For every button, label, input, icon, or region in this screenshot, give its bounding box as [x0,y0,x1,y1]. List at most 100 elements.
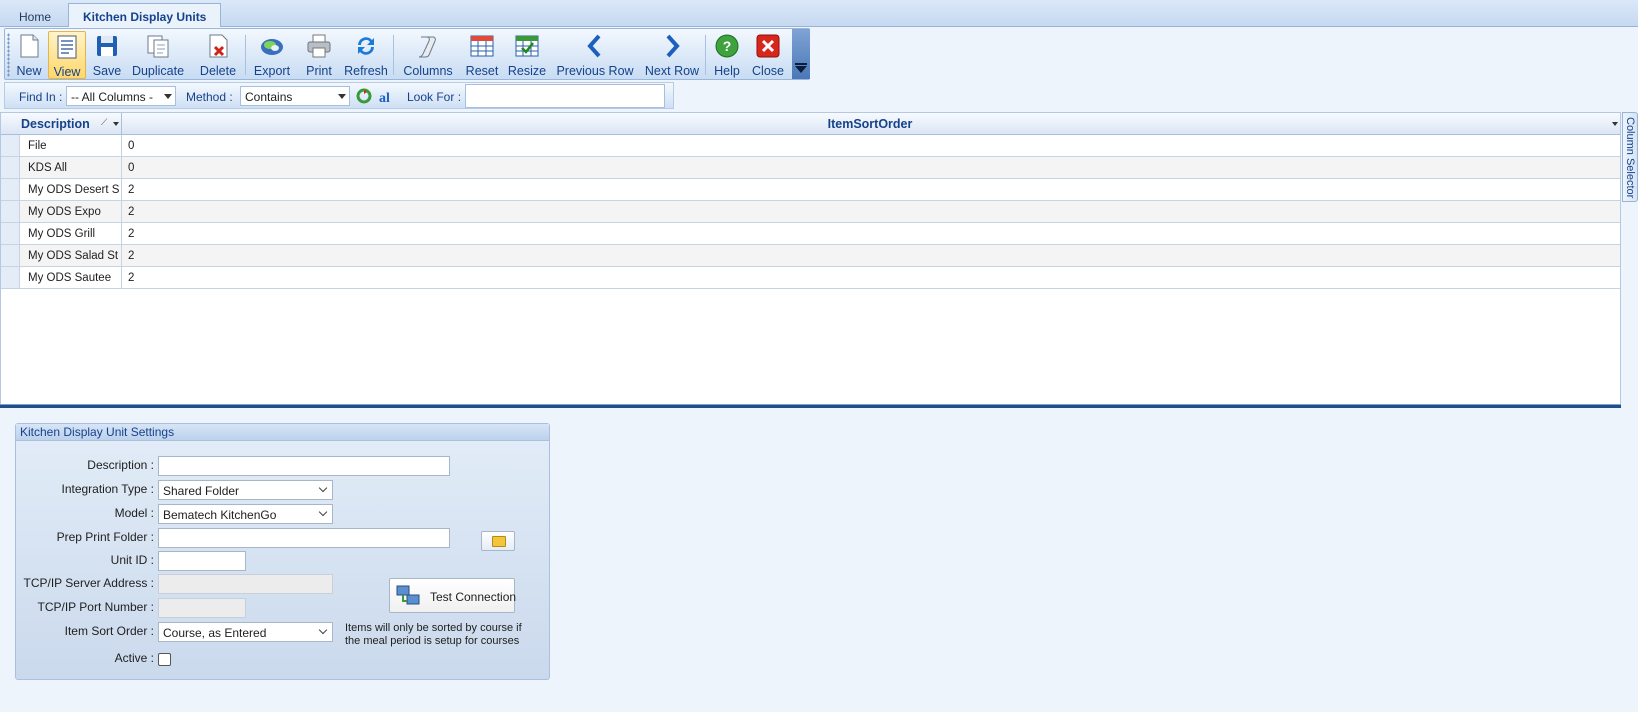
overflow-arrow-icon [795,63,807,73]
description-field[interactable] [158,456,450,476]
duplicate-button[interactable]: Duplicate [128,31,188,79]
find-in-select[interactable]: -- All Columns - [66,86,176,106]
active-checkbox[interactable] [158,653,171,666]
test-connection-label: Test Connection [430,590,517,604]
chevron-down-icon [318,507,328,517]
column-selector-label: Column Selector [1624,117,1636,199]
tcp-server-address-field [158,574,333,594]
unit-id-field[interactable] [158,551,246,571]
dropdown-arrow-icon [164,94,172,99]
table-row[interactable]: KDS All 0 [1,157,1620,179]
cell-divider [121,135,122,156]
table-row[interactable]: My ODS Sautee 2 [1,267,1620,289]
table-row[interactable]: My ODS Grill 2 [1,223,1620,245]
toolbar-overflow-button[interactable] [792,29,810,79]
row-selector[interactable] [1,245,20,266]
cell-divider [121,157,122,178]
row-selector[interactable] [1,223,20,244]
tab-kitchen-display-units[interactable]: Kitchen Display Units [68,3,222,27]
next-row-button[interactable]: Next Row [643,31,701,79]
cell-description: My ODS Grill [28,228,96,240]
chevron-down-icon [318,625,328,635]
refresh-button[interactable]: Refresh [343,31,389,79]
model-select[interactable]: Bematech KitchenGo [158,504,333,524]
save-button[interactable]: Save [90,31,124,79]
splitter[interactable] [0,404,1621,408]
sort-order-note: Items will only be sorted by course if t… [345,622,522,647]
column-filter-icon[interactable] [1612,122,1618,126]
help-button[interactable]: ? Help [710,31,744,79]
chevron-down-icon [318,483,328,493]
find-in-label: Find In : [19,90,63,104]
new-document-icon [20,34,39,58]
row-selector[interactable] [1,135,20,156]
row-selector[interactable] [1,201,20,222]
print-button[interactable]: Print [302,31,336,79]
cell-itemsortorder: 2 [128,206,135,218]
tcp-port-number-label: TCP/IP Port Number : [37,600,154,614]
tab-home[interactable]: Home [4,3,66,27]
prep-print-folder-label: Prep Print Folder : [56,530,154,544]
method-label: Method : [186,90,233,104]
item-sort-order-label: Item Sort Order : [64,624,154,638]
column-filter-icon[interactable] [113,122,119,126]
cell-itemsortorder: 2 [128,228,135,240]
look-for-input[interactable] [465,84,665,108]
delete-button[interactable]: Delete [198,31,238,79]
dropdown-arrow-icon [338,94,346,99]
table-row[interactable]: File 0 [1,135,1620,157]
duplicate-icon [147,35,169,58]
row-selector[interactable] [1,267,20,288]
table-row[interactable]: My ODS Salad St 2 [1,245,1620,267]
grid-header: Description ⟋ ItemSortOrder [1,113,1620,135]
settings-panel: Kitchen Display Unit Settings Descriptio… [15,423,550,680]
export-button[interactable]: Export [252,31,292,79]
table-row[interactable]: My ODS Expo 2 [1,201,1620,223]
refresh-icon [358,37,374,55]
reset-button[interactable]: Reset [463,31,501,79]
model-label: Model : [114,506,154,520]
previous-row-button[interactable]: Previous Row [555,31,635,79]
tab-bar: Home Kitchen Display Units [0,0,1638,27]
columns-scroll-icon [418,36,436,58]
grid-resize-icon [515,35,539,57]
browse-folder-button[interactable] [481,531,515,551]
unit-id-label: Unit ID : [110,553,154,567]
view-button[interactable]: View [48,31,86,79]
cell-description: My ODS Salad St [28,250,119,262]
match-case-icon[interactable]: al [378,87,396,105]
table-row[interactable]: My ODS Desert S 2 [1,179,1620,201]
sort-indicator-icon: ⟋ [101,117,108,127]
column-selector-tab[interactable]: Column Selector [1622,112,1638,202]
method-select[interactable]: Contains [240,86,350,106]
method-value: Contains [245,90,293,104]
cell-description: My ODS Desert S [28,184,120,196]
close-button[interactable]: Close [749,31,787,79]
find-refresh-icon[interactable] [355,87,373,105]
svg-text:?: ? [723,38,732,54]
integration-type-label: Integration Type : [61,482,154,496]
cell-description: My ODS Expo [28,206,101,218]
item-sort-order-value: Course, as Entered [163,626,267,640]
look-for-label: Look For : [407,90,462,104]
columns-button[interactable]: Columns [401,31,455,79]
cell-divider [121,245,122,266]
chevron-left-icon [587,34,601,58]
find-in-value: -- All Columns - [71,90,154,104]
row-selector[interactable] [1,179,20,200]
integration-type-select[interactable]: Shared Folder [158,480,333,500]
toolbar: New View Save Duplicate Delete Export Pr… [4,28,810,80]
new-button[interactable]: New [13,31,45,79]
column-header-itemsortorder[interactable]: ItemSortOrder [122,117,1618,131]
delete-document-icon [209,34,228,58]
cell-divider [121,201,122,222]
row-selector[interactable] [1,157,20,178]
item-sort-order-select[interactable]: Course, as Entered [158,622,333,642]
help-icon: ? [715,34,739,58]
prep-print-folder-field[interactable] [158,528,450,548]
toolbar-grip[interactable] [7,33,10,77]
data-grid: Description ⟋ ItemSortOrder File 0 KDS Al… [0,112,1621,405]
resize-button[interactable]: Resize [507,31,547,79]
active-label: Active : [114,651,154,665]
test-connection-button[interactable]: Test Connection [389,578,517,613]
